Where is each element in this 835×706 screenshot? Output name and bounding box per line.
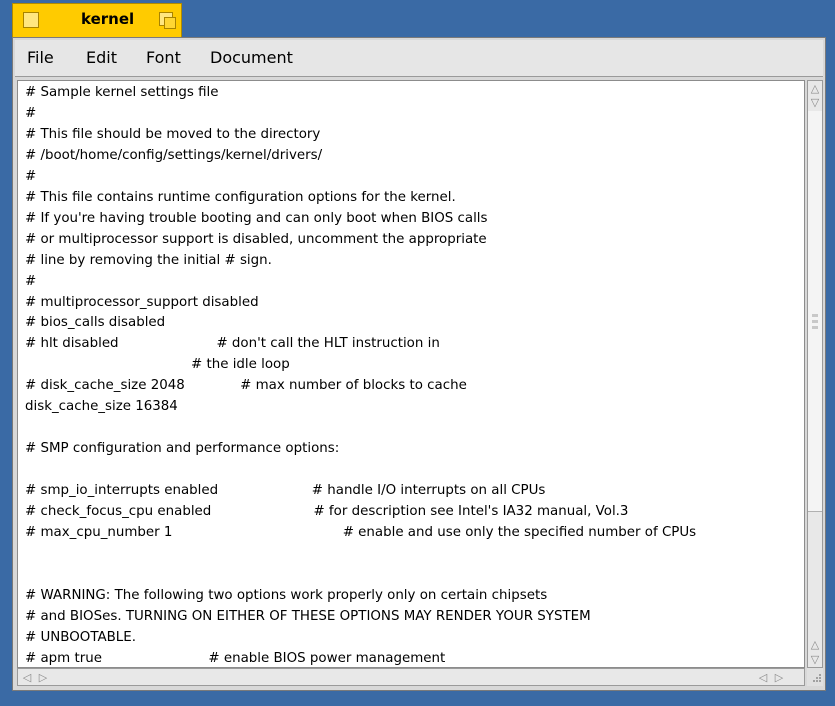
text-line: # disk_cache_size 2048 # max number of b… — [25, 378, 467, 394]
text-line: # — [25, 273, 37, 289]
left-arrow-icon[interactable]: ◁ — [20, 670, 34, 684]
text-line: # and BIOSes. TURNING ON EITHER OF THESE… — [25, 608, 591, 624]
text-line: # SMP configuration and performance opti… — [25, 441, 340, 457]
left-arrow-icon[interactable]: ◁ — [756, 670, 770, 684]
down-arrow-icon[interactable]: ▽ — [808, 95, 822, 109]
vertical-scroll-thumb[interactable] — [808, 111, 822, 512]
right-arrow-icon[interactable]: ▷ — [772, 670, 786, 684]
text-editor[interactable]: # Sample kernel settings file # # This fil… — [17, 80, 805, 668]
text-line: # check_focus_cpu enabled # for descript… — [25, 504, 629, 519]
horizontal-scrollbar[interactable]: ◁ ▷ ◁ ▷ — [17, 668, 805, 686]
text-line: # Sample kernel settings file — [25, 85, 219, 100]
text-line: # the idle loop — [25, 357, 290, 373]
text-line: # line by removing the initial # sign. — [25, 252, 272, 268]
down-arrow-icon[interactable]: ▽ — [808, 652, 822, 666]
text-line: # WARNING: The following two options wor… — [25, 587, 548, 603]
up-arrow-icon[interactable]: △ — [808, 81, 822, 95]
menu-font[interactable]: Font — [146, 48, 181, 67]
window-tab[interactable]: kernel — [12, 3, 182, 37]
menu-file[interactable]: File — [27, 48, 54, 67]
menu-document[interactable]: Document — [210, 48, 293, 67]
text-line: # — [25, 105, 37, 121]
right-arrow-icon[interactable]: ▷ — [36, 670, 50, 684]
text-line: disk_cache_size 16384 — [25, 399, 178, 415]
window-title: kernel — [81, 10, 135, 28]
text-line: # hlt disabled # don't call the HLT inst… — [25, 336, 440, 352]
text-line: # /boot/home/config/settings/kernel/driv… — [25, 147, 323, 163]
text-line: # UNBOOTABLE. — [25, 629, 136, 645]
text-line: # This file contains runtime configurati… — [25, 189, 456, 205]
text-line: # If you're having trouble booting and c… — [25, 210, 488, 226]
close-box-icon[interactable] — [23, 12, 39, 28]
text-line: # smp_io_interrupts enabled # handle I/O… — [25, 483, 546, 499]
text-line: # — [25, 168, 37, 184]
menu-bar: File Edit Font Document — [15, 40, 823, 77]
text-line: # apm true # enable BIOS power managemen… — [25, 650, 446, 666]
up-arrow-icon[interactable]: △ — [808, 637, 822, 651]
text-line: # max_cpu_number 1 # enable and use only… — [25, 524, 697, 540]
resize-grip-icon[interactable] — [807, 668, 823, 686]
text-line: # This file should be moved to the direc… — [25, 126, 321, 142]
zoom-box-icon[interactable] — [159, 12, 177, 30]
text-line: # bios_calls disabled — [25, 315, 166, 331]
text-line: # multiprocessor_support disabled — [25, 294, 259, 310]
editor-window: File Edit Font Document # Sample kernel … — [12, 37, 826, 691]
text-line: # or multiprocessor support is disabled,… — [25, 231, 487, 247]
menu-edit[interactable]: Edit — [86, 48, 117, 67]
vertical-scrollbar[interactable]: △ ▽ △ ▽ — [807, 80, 823, 668]
